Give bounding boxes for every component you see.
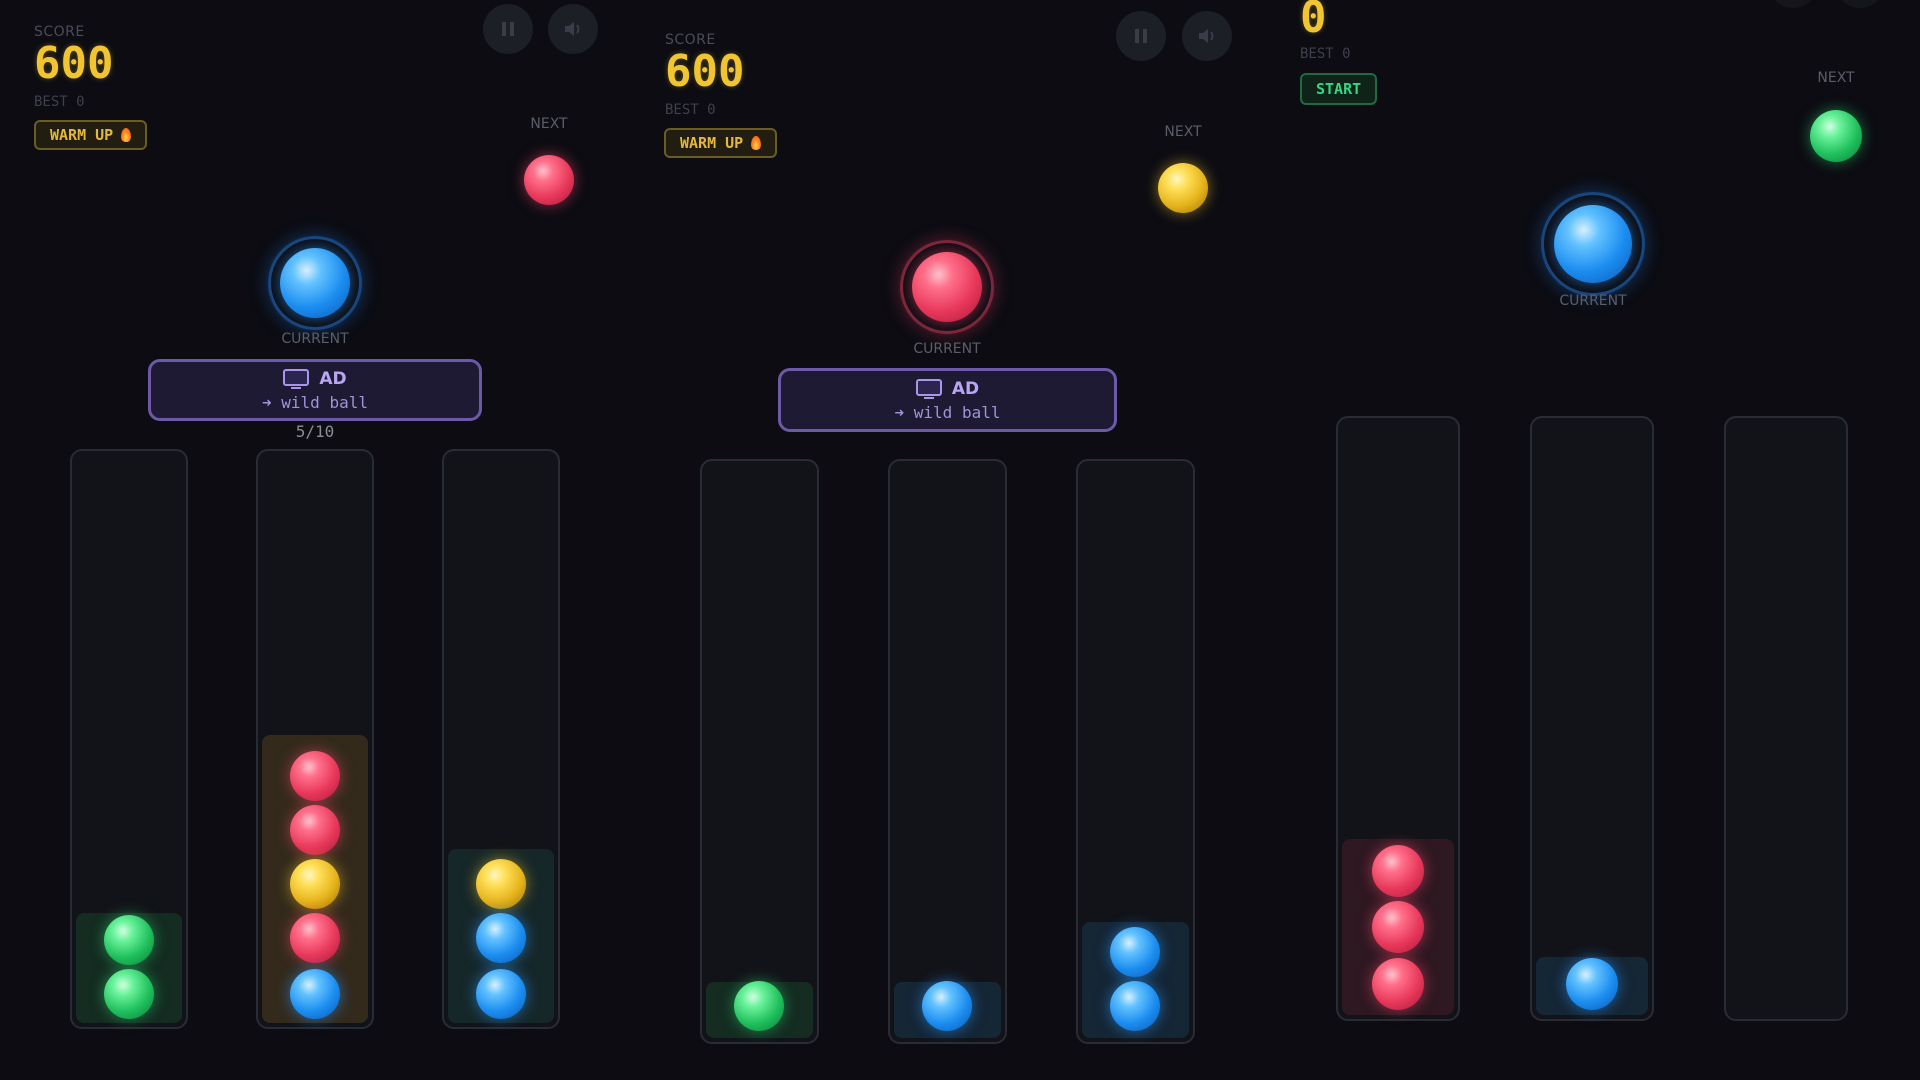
ad-wild-ball-button[interactable]: AD ➜ wild ball [778, 368, 1117, 432]
start-button[interactable]: START [1300, 73, 1378, 105]
tube-3[interactable] [1724, 416, 1848, 1021]
speaker-icon [1199, 29, 1214, 43]
tube-ball [476, 913, 526, 963]
tube-ball [476, 969, 526, 1019]
tube-ball [1372, 958, 1424, 1010]
flame-icon [121, 128, 132, 142]
current-ball [280, 248, 350, 318]
tube-ball [1110, 981, 1160, 1031]
ad-title: AD [951, 378, 980, 399]
next-label: NEXT [1817, 70, 1855, 86]
sound-button[interactable] [1835, 0, 1885, 8]
tv-icon [915, 378, 942, 399]
game-panel-1: SCORE 600 BEST 0 WARM UP NEXT CURRENT AD… [0, 0, 640, 1080]
tube-ball [104, 969, 154, 1019]
next-label: NEXT [1164, 124, 1202, 140]
tube-2[interactable] [888, 459, 1007, 1044]
current-label: CURRENT [1559, 293, 1627, 309]
tube-ball [1110, 927, 1160, 977]
tube-ball [1566, 958, 1618, 1010]
game-panel-3: 0 BEST 0 START NEXT CURRENT [1270, 0, 1920, 1080]
best-score: BEST 0 [665, 102, 716, 118]
pause-icon [1135, 29, 1147, 43]
pause-button[interactable] [1768, 0, 1818, 8]
ad-title: AD [319, 368, 347, 389]
start-label: START [1316, 80, 1362, 98]
tube-1[interactable] [700, 459, 819, 1044]
warm-up-badge: WARM UP [34, 120, 148, 150]
ad-wild-ball-button[interactable]: AD ➜ wild ball [148, 359, 482, 421]
tube-2[interactable] [1530, 416, 1654, 1021]
speaker-icon [565, 22, 580, 36]
tube-ball [104, 915, 154, 965]
warm-up-label: WARM UP [50, 126, 114, 144]
score-value: 600 [34, 38, 114, 89]
tube-ball [290, 913, 340, 963]
flame-icon [751, 136, 762, 150]
score-value: 600 [665, 46, 745, 97]
tube-ball [1372, 845, 1424, 897]
pause-button[interactable] [483, 4, 533, 54]
next-ball [1158, 163, 1208, 213]
tv-icon [283, 368, 310, 389]
tube-ball [290, 805, 340, 855]
ad-progress: 5/10 [295, 422, 335, 441]
tube-ball [734, 981, 784, 1031]
next-ball [524, 155, 574, 205]
warm-up-badge: WARM UP [664, 128, 778, 158]
tube-ball [290, 751, 340, 801]
current-label: CURRENT [281, 331, 349, 347]
tube-ball [1372, 901, 1424, 953]
tube-ball [290, 969, 340, 1019]
tube-ball [290, 859, 340, 909]
tube-ball [476, 859, 526, 909]
next-label: NEXT [530, 116, 568, 132]
sound-button[interactable] [1182, 11, 1232, 61]
tube-ball [922, 981, 972, 1031]
ad-subtitle: ➜ wild ball [262, 392, 368, 412]
pause-icon [502, 22, 514, 36]
ad-subtitle: ➜ wild ball [894, 402, 1001, 422]
next-ball [1810, 110, 1862, 162]
best-score: BEST 0 [1300, 46, 1351, 62]
pause-button[interactable] [1116, 11, 1166, 61]
game-panel-2: SCORE 600 BEST 0 WARM UP NEXT CURRENT AD… [630, 0, 1270, 1080]
current-ball [912, 252, 982, 322]
score-value: 0 [1300, 0, 1327, 43]
warm-up-label: WARM UP [680, 134, 744, 152]
current-label: CURRENT [913, 341, 981, 357]
sound-button[interactable] [548, 4, 598, 54]
best-score: BEST 0 [34, 94, 85, 110]
current-ball [1554, 205, 1632, 283]
